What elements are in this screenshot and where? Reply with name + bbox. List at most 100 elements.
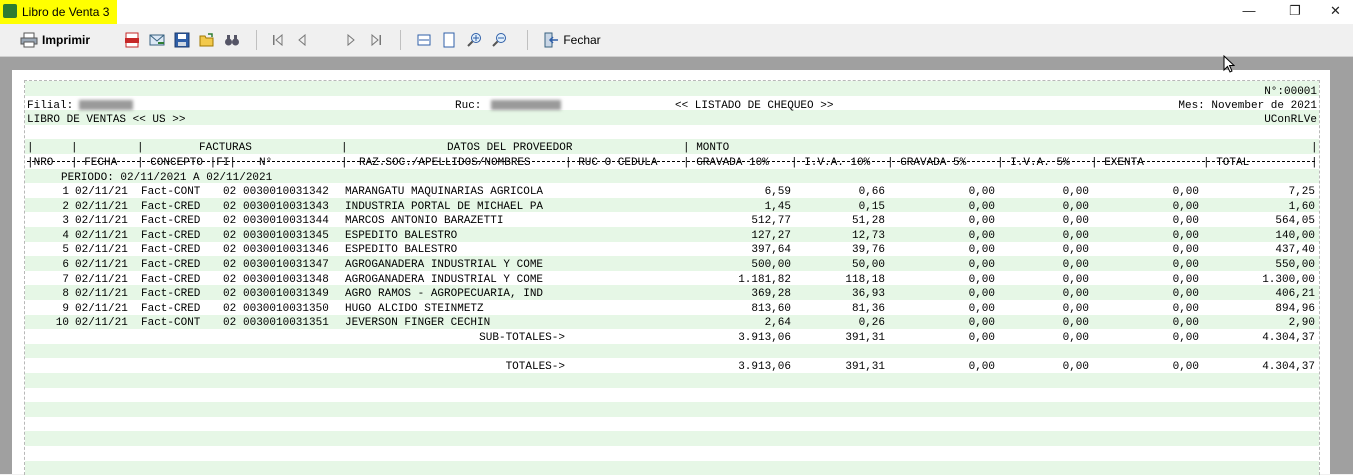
cell-numero: 0030010031344: [243, 215, 329, 228]
report-subtitle: LIBRO DE VENTAS << US >>: [27, 114, 186, 126]
first-page-button[interactable]: [268, 28, 288, 52]
export-pdf-button[interactable]: [122, 28, 142, 52]
cell-gravada-10: 3.913,06: [738, 332, 791, 344]
cell-fi: 02: [223, 215, 237, 228]
cell-gravada-5: 0,00: [968, 332, 995, 344]
cell-total: 4.304,37: [1262, 332, 1315, 344]
cell-nro: 10: [55, 317, 69, 330]
cell-gravada-5: 0,00: [968, 259, 995, 271]
cell-fi: 02: [223, 200, 237, 213]
zoom-out-button[interactable]: [489, 28, 509, 52]
cell-gravada-5: 0,00: [968, 361, 995, 374]
page-width-button[interactable]: [414, 28, 434, 52]
paper-stripe: [25, 343, 1319, 359]
save-button[interactable]: [172, 28, 192, 52]
cell-iva-10: 0,26: [858, 317, 885, 330]
table-row: 5 02/11/21 Fact-CRED 02 0030010031346 ESPEDIT…: [25, 243, 1319, 258]
cell-fecha: 02/11/21: [75, 317, 128, 330]
close-window-button[interactable]: ✕: [1318, 0, 1353, 24]
cell-gravada-10: 127,27: [751, 229, 791, 242]
floppy-disk-icon: [174, 32, 190, 48]
paper-stripe: [25, 402, 1319, 417]
cell-gravada-5: 0,00: [968, 288, 995, 301]
print-label: Imprimir: [41, 33, 90, 47]
previous-page-button[interactable]: [292, 28, 312, 52]
cell-nro: 4: [62, 229, 69, 242]
folder-open-icon: [199, 33, 214, 47]
cell-gravada-10: 6,59: [764, 186, 791, 198]
email-button[interactable]: [147, 28, 167, 52]
last-page-button[interactable]: [366, 28, 386, 52]
paper-stripe: [25, 373, 1319, 388]
maximize-button[interactable]: ❐: [1272, 0, 1318, 24]
cell-nro: 5: [62, 244, 69, 257]
cell-iva-5: 0,00: [1062, 288, 1089, 301]
cell-concepto: Fact-CRED: [141, 259, 201, 271]
report-code: UConRLVe: [1264, 114, 1317, 126]
cell-nro: 6: [62, 259, 69, 271]
first-page-icon: [273, 33, 283, 47]
toolbar-separator: [400, 30, 401, 50]
cell-exenta: 0,00: [1172, 259, 1199, 271]
cell-numero: 0030010031350: [243, 302, 329, 315]
table-row: 1 02/11/21 Fact-CONT 02 0030010031342 MARANGA…: [25, 185, 1319, 200]
cell-total: 406,21: [1275, 288, 1315, 301]
cell-total: 437,40: [1275, 244, 1315, 257]
cell-numero: 0030010031342: [243, 186, 329, 198]
zoom-in-button[interactable]: [464, 28, 484, 52]
cell-total: 894,96: [1275, 302, 1315, 315]
cell-iva-5: 0,00: [1062, 186, 1089, 198]
cell-total: 1,60: [1288, 200, 1315, 213]
cell-fi: 02: [223, 302, 237, 315]
cell-razon-social: MARANGATU MAQUINARIAS AGRICOLA: [345, 186, 544, 198]
report-page: N°:00001 Filial: Ruc: << LISTADO DE CHEQ…: [12, 70, 1330, 475]
cell-iva-5: 0,00: [1062, 244, 1089, 257]
cell-concepto: Fact-CRED: [141, 244, 201, 257]
cell-exenta: 0,00: [1172, 215, 1199, 228]
paper-stripe: [25, 81, 1319, 96]
cell-fi: 02: [223, 317, 237, 330]
report-month: Mes: November de 2021: [1178, 100, 1317, 112]
find-button[interactable]: [222, 28, 242, 52]
zoom-in-icon: [467, 33, 481, 47]
cell-iva-10: 391,31: [845, 361, 885, 374]
minimize-button[interactable]: —: [1226, 0, 1272, 24]
cell-fi: 02: [223, 288, 237, 301]
close-button[interactable]: Fechar: [542, 28, 602, 52]
cell-iva-10: 39,76: [851, 244, 885, 257]
total-row-label: TOTALES->: [505, 361, 565, 374]
cell-iva-10: 0,66: [858, 186, 885, 198]
cell-total: 564,05: [1275, 215, 1315, 228]
print-button[interactable]: Imprimir: [18, 28, 92, 52]
cell-iva-10: 12,73: [851, 229, 885, 242]
mouse-cursor-icon: [1223, 55, 1235, 73]
cell-razon-social: ESPEDITO BALESTRO: [345, 244, 458, 257]
cell-exenta: 0,00: [1172, 288, 1199, 301]
next-page-button[interactable]: [341, 28, 361, 52]
cell-gravada-10: 2,64: [764, 317, 791, 330]
filial-field: Filial:: [27, 99, 134, 113]
toolbar-separator: [256, 30, 257, 50]
open-button[interactable]: [197, 28, 217, 52]
cell-iva-10: 118,18: [845, 273, 885, 286]
app-icon: [3, 4, 17, 18]
header-divider: [27, 161, 1315, 162]
window-title-text: Libro de Venta 3: [22, 5, 110, 19]
cell-iva-10: 51,28: [851, 215, 885, 228]
cell-gravada-10: 1,45: [764, 200, 791, 213]
report-viewer[interactable]: N°:00001 Filial: Ruc: << LISTADO DE CHEQ…: [0, 57, 1353, 475]
table-row: 4 02/11/21 Fact-CRED 02 0030010031345 ESPEDIT…: [25, 229, 1319, 244]
cell-gravada-10: 3.913,06: [738, 361, 791, 374]
filial-label: Filial:: [27, 100, 74, 112]
page-number: N°:00001: [1264, 86, 1317, 98]
paper-stripe: [25, 460, 1319, 475]
printer-icon: [20, 32, 38, 48]
table-row: 9 02/11/21 Fact-CRED 02 0030010031350 HUGO AL…: [25, 302, 1319, 317]
cell-razon-social: AGROGANADERA INDUSTRIAL Y COME: [345, 259, 544, 271]
cell-fi: 02: [223, 229, 237, 242]
cell-concepto: Fact-CRED: [141, 200, 201, 213]
cell-total: 4.304,37: [1262, 361, 1315, 374]
whole-page-button[interactable]: [439, 28, 459, 52]
cell-gravada-10: 397,64: [751, 244, 791, 257]
cell-numero: 0030010031346: [243, 244, 329, 257]
